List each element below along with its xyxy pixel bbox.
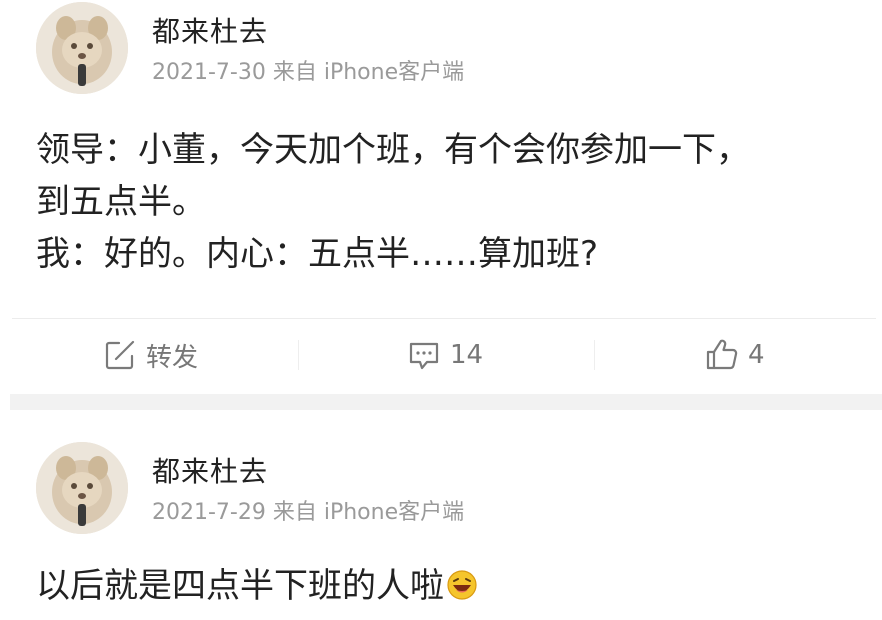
content-line: 到五点半。	[36, 182, 206, 222]
like-count: 4	[748, 340, 765, 370]
content-line: 以后就是四点半下班的人啦	[36, 560, 852, 612]
content-line: 领导：小董，今天加个班，有个会你参加一下，	[36, 130, 750, 170]
post-meta: 2021-7-29 来自 iPhone客户端	[152, 500, 465, 525]
repost-button[interactable]: 转发	[102, 324, 198, 386]
username[interactable]: 都来杜去	[152, 450, 268, 490]
separator	[298, 340, 299, 370]
divider	[12, 318, 876, 319]
content-line: 我：好的。内心：五点半……算加班?	[36, 234, 599, 274]
separator	[594, 340, 595, 370]
weibo-post: 都来杜去 2021-7-30 来自 iPhone客户端 领导：小董，今天加个班，…	[0, 0, 882, 394]
edit-share-icon	[102, 337, 138, 373]
action-bar: 转发 14 4	[0, 324, 882, 386]
post-meta: 2021-7-30 来自 iPhone客户端	[152, 60, 465, 85]
content-text: 以后就是四点半下班的人啦	[36, 566, 444, 606]
weibo-post: 都来杜去 2021-7-29 来自 iPhone客户端 以后就是四点半下班的人啦	[0, 410, 882, 620]
avatar-image	[36, 442, 128, 534]
comment-bubble-icon	[406, 337, 442, 373]
avatar-image	[36, 2, 128, 94]
post-separator	[10, 394, 882, 410]
laughing-emoji-icon	[446, 569, 478, 601]
post-content: 领导：小董，今天加个班，有个会你参加一下， 到五点半。 我：好的。内心：五点半……	[36, 124, 852, 280]
username[interactable]: 都来杜去	[152, 10, 268, 50]
avatar[interactable]	[36, 2, 128, 94]
comment-button[interactable]: 14	[406, 324, 483, 386]
comment-count: 14	[450, 340, 484, 370]
repost-label: 转发	[146, 342, 199, 373]
like-button[interactable]: 4	[704, 324, 765, 386]
avatar[interactable]	[36, 442, 128, 534]
post-content: 以后就是四点半下班的人啦	[36, 560, 852, 612]
thumbs-up-icon	[704, 337, 740, 373]
